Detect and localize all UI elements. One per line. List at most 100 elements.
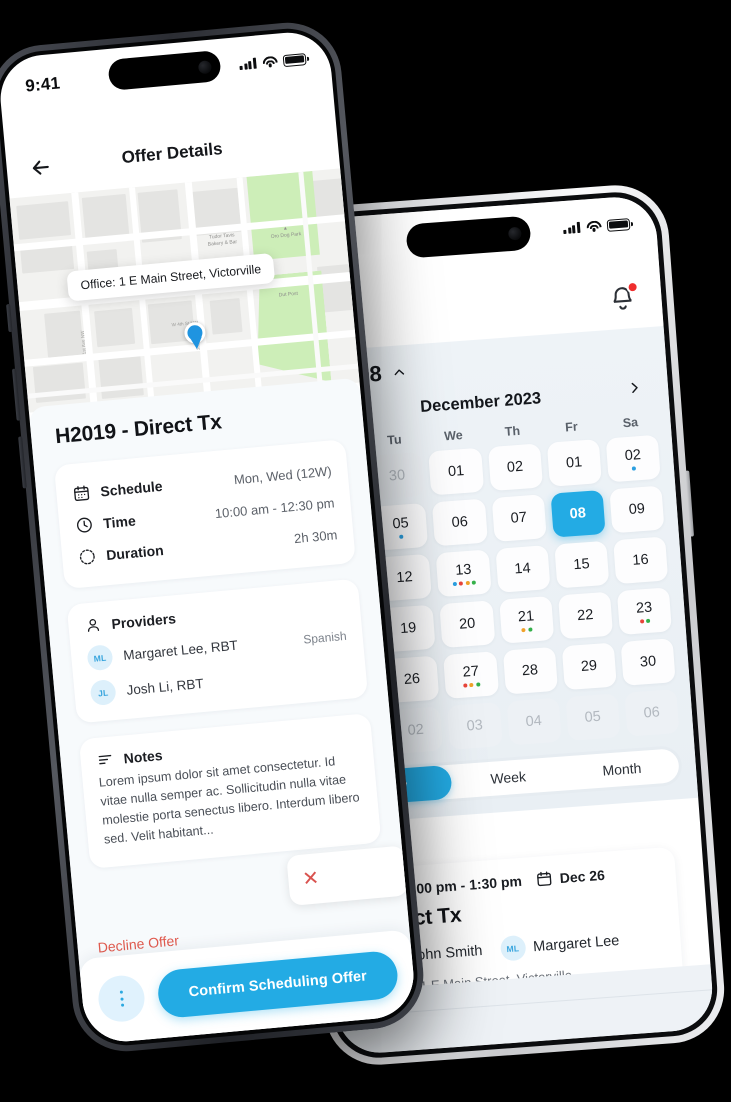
calendar-day-15[interactable]: 15 [553, 540, 610, 589]
page-title: Offer Details [120, 139, 224, 168]
day-number: 26 [403, 670, 421, 688]
chevron-right-icon[interactable] [626, 380, 642, 396]
person-name: Margaret Lee [532, 932, 620, 955]
day-number: 08 [569, 505, 587, 523]
day-number: 30 [639, 653, 657, 671]
toggle-month[interactable]: Month [564, 748, 680, 790]
day-number: 03 [466, 717, 484, 735]
clock-icon [75, 515, 95, 535]
day-number: 12 [395, 569, 414, 587]
day-number: 23 [635, 599, 653, 617]
offer-details-screen: 9:41 Offer Details Tudor Tavis Bakery & … [0, 28, 418, 1046]
event-dots [462, 681, 481, 688]
event-dot [458, 580, 464, 586]
event-dot [462, 682, 468, 688]
volume-down-button[interactable] [18, 436, 27, 489]
phone-bezel: 9:41 Offer Details Tudor Tavis Bakery & … [0, 24, 422, 1050]
appointment-person[interactable]: ML Margaret Lee [499, 928, 620, 962]
event-dots [399, 534, 404, 539]
day-number: 19 [399, 619, 417, 638]
calendar-day-05[interactable]: 05 [565, 693, 621, 742]
day-number: 30 [388, 467, 406, 485]
calendar-day-06[interactable]: 06 [624, 689, 680, 737]
day-number: 01 [565, 454, 583, 472]
event-dots [631, 465, 636, 471]
detail-value: Mon, Wed (12W) [233, 462, 333, 487]
event-dot [399, 534, 404, 539]
provider-name: Josh Li, RBT [125, 675, 205, 698]
calendar-day-20[interactable]: 20 [439, 600, 495, 649]
status-icons-left [239, 53, 307, 71]
kebab-menu-icon[interactable] [96, 973, 147, 1024]
timeline-divider [399, 989, 713, 1014]
event-dots [452, 579, 477, 586]
duration-icon [78, 547, 98, 567]
calendar-day-23[interactable]: 23 [616, 587, 672, 636]
avatar: ML [499, 934, 527, 962]
calendar-day-01[interactable]: 01 [546, 439, 602, 487]
calendar-day-09[interactable]: 09 [609, 485, 665, 534]
dismiss-card[interactable]: ✕ [286, 845, 409, 906]
event-dot [521, 627, 526, 632]
calendar-day-02[interactable]: 02 [605, 434, 661, 483]
calendar-day-28[interactable]: 28 [502, 646, 558, 695]
toggle-week[interactable]: Week [450, 756, 566, 798]
notes-title: Notes [122, 746, 164, 766]
avatar: JL [89, 678, 117, 707]
calendar-day-01[interactable]: 01 [428, 447, 484, 496]
calendar-day-04[interactable]: 04 [506, 697, 562, 746]
event-dot [639, 618, 644, 624]
calendar-day-27[interactable]: 27 [443, 651, 499, 699]
chevron-up-icon[interactable] [392, 365, 407, 380]
wifi-icon [585, 220, 602, 233]
avatar: ML [86, 644, 114, 672]
offer-content-sheet: H2019 - Direct Tx Schedule Mon, Wed (12W… [28, 377, 418, 1046]
appointment-date-text: Dec 26 [559, 866, 606, 886]
event-dots [521, 626, 533, 632]
location-map[interactable]: Tudor Tavis Bakery & Bar ▲ Oro Dog Park Du… [9, 168, 360, 413]
calendar-day-21[interactable]: 21 [498, 595, 554, 644]
calendar-day-13[interactable]: 13 [435, 549, 492, 598]
calendar-day-08[interactable]: 08 [550, 489, 606, 538]
notes-icon [96, 750, 114, 768]
mute-switch[interactable] [6, 303, 13, 333]
status-time: 9:41 [24, 73, 61, 96]
calendar-icon [72, 483, 92, 503]
detail-label: Duration [105, 542, 165, 564]
day-number: 01 [447, 463, 465, 481]
calendar-day-30[interactable]: 30 [620, 638, 676, 686]
day-number: 28 [521, 662, 539, 680]
confirm-scheduling-offer-button[interactable]: Confirm Scheduling Offer [156, 949, 400, 1020]
day-number: 07 [510, 509, 528, 527]
calendar-day-02[interactable]: 02 [487, 443, 543, 492]
power-button[interactable] [685, 470, 695, 537]
event-dot [476, 681, 481, 687]
front-camera-lens [197, 59, 212, 74]
volume-up-button[interactable] [11, 368, 21, 421]
wifi-icon [261, 55, 278, 68]
appointment-date: Dec 26 [535, 866, 605, 888]
event-dot [469, 682, 474, 687]
providers-title: Providers [110, 609, 177, 632]
day-number: 13 [454, 561, 472, 579]
calendar-day-14[interactable]: 14 [494, 545, 551, 593]
day-number: 04 [525, 712, 543, 731]
calendar-day-03[interactable]: 03 [447, 702, 503, 750]
calendar-day-29[interactable]: 29 [561, 642, 617, 691]
providers-card: Providers ML Margaret Lee, RBT Spanish J… [66, 578, 369, 724]
status-icons [239, 53, 307, 71]
day-number: 06 [451, 513, 469, 532]
detail-value: 10:00 am - 12:30 pm [214, 494, 336, 521]
close-x-icon[interactable]: ✕ [301, 867, 320, 890]
event-dot [452, 581, 457, 586]
calendar-icon [535, 870, 553, 888]
detail-label: Schedule [99, 477, 164, 500]
calendar-day-22[interactable]: 22 [557, 591, 613, 640]
calendar-day-06[interactable]: 06 [432, 498, 488, 547]
calendar-day-16[interactable]: 16 [612, 536, 669, 585]
day-number: 02 [506, 458, 524, 476]
event-dot [631, 465, 636, 471]
dynamic-island [107, 49, 222, 91]
screenshot-stage: Dec 08 December 2023 MoTuWeThFrSa 29 [0, 0, 731, 1102]
calendar-day-07[interactable]: 07 [491, 494, 547, 542]
